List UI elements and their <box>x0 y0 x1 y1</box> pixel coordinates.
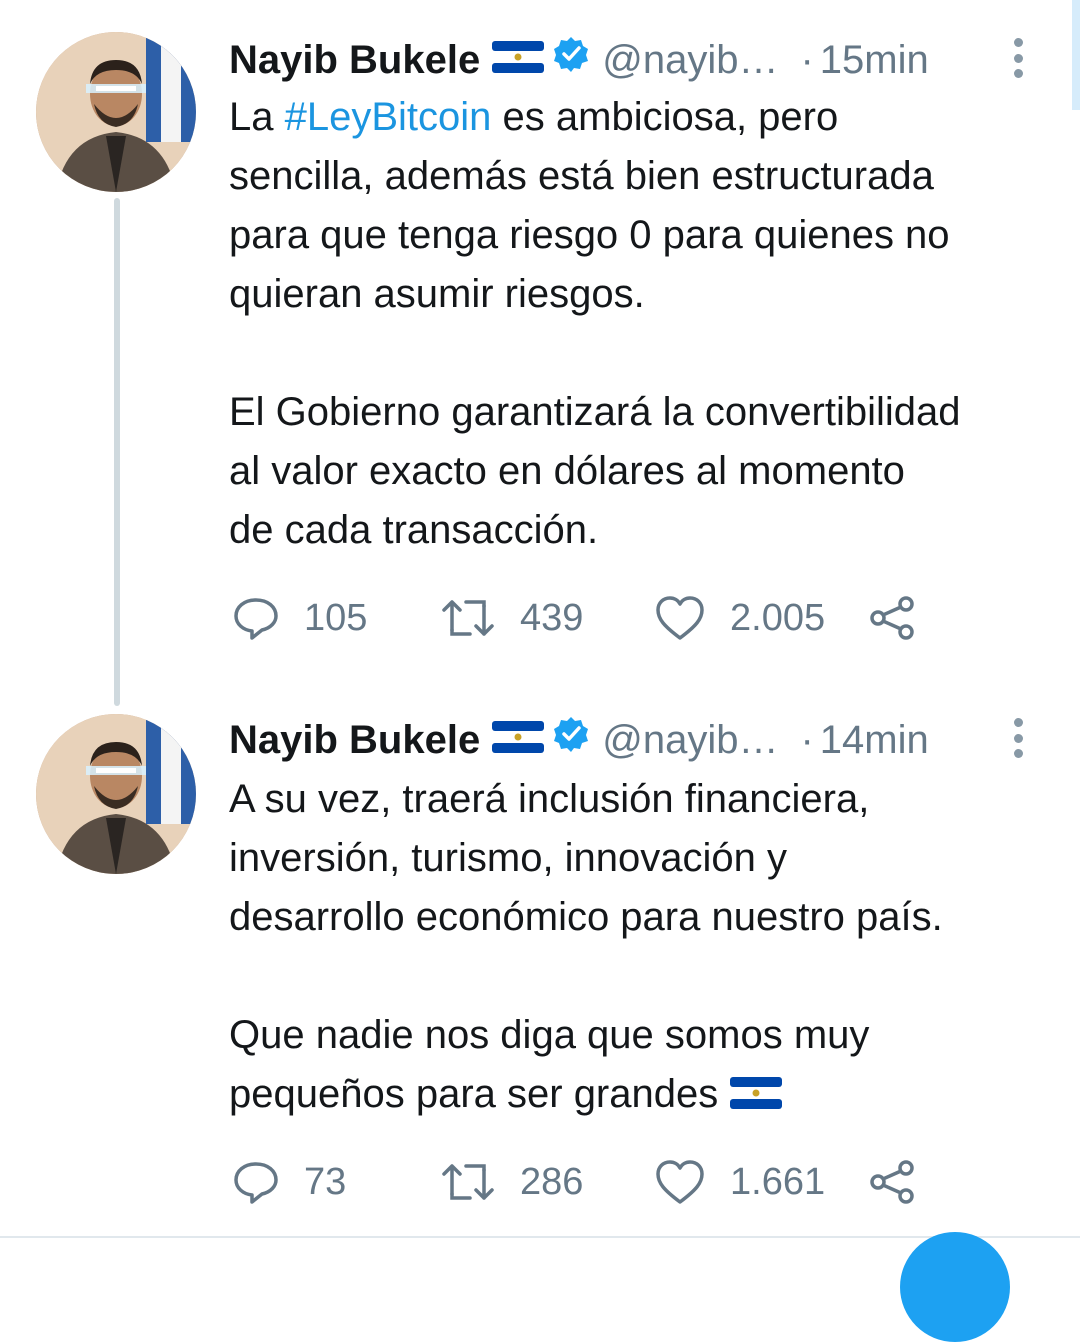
compose-tweet-button[interactable] <box>900 1232 1010 1342</box>
share-icon <box>870 1160 914 1204</box>
like-icon <box>656 596 704 640</box>
reply-icon <box>234 598 278 640</box>
reply-count: 105 <box>304 596 368 639</box>
more-options-icon[interactable] <box>1010 718 1026 758</box>
share-button[interactable] <box>868 588 940 648</box>
retweet-button[interactable]: 439 <box>440 588 583 648</box>
tweet-timestamp[interactable]: 14min <box>820 710 929 770</box>
like-button[interactable]: 2.005 <box>654 588 825 648</box>
author-name[interactable]: Nayib Bukele <box>229 30 480 90</box>
divider <box>0 1236 1080 1238</box>
reply-icon <box>234 1162 278 1204</box>
author-avatar[interactable] <box>36 714 196 874</box>
tweet-text-line: El Gobierno garantizará la convertibilid… <box>229 390 961 434</box>
tweet-text-line: de cada transacción. <box>229 508 599 552</box>
reply-count: 73 <box>304 1160 347 1203</box>
scrollbar[interactable] <box>1072 0 1080 110</box>
tweet-actions: 105 439 2.005 <box>232 588 952 648</box>
author-avatar[interactable] <box>36 32 196 192</box>
separator-dot: · <box>800 38 814 82</box>
retweet-count: 286 <box>520 1160 584 1203</box>
tweet-header: Nayib Bukele @nayib… · 14min <box>229 710 1029 770</box>
retweet-count: 439 <box>520 596 584 639</box>
tweet-timestamp[interactable]: 15min <box>820 30 929 90</box>
hashtag-link[interactable]: #LeyBitcoin <box>285 95 492 139</box>
like-count: 1.661 <box>730 1160 826 1203</box>
tweet-text-line: pequeños para ser grandes <box>229 1065 1059 1126</box>
tweet-text-line: al valor exacto en dólares al momento <box>229 449 905 493</box>
tweet-text-line: desarrollo económico para nuestro país. <box>229 895 943 939</box>
more-options-icon[interactable] <box>1010 38 1026 78</box>
like-count: 2.005 <box>730 596 826 639</box>
el-salvador-flag-icon <box>492 30 545 90</box>
like-button[interactable]: 1.661 <box>654 1152 825 1212</box>
tweet-text: La #LeyBitcoin es ambiciosa, pero sencil… <box>229 88 1059 560</box>
tweet-actions: 73 286 1.661 <box>232 1152 952 1212</box>
tweet-text-line: inversión, turismo, innovación y <box>229 836 788 880</box>
reply-button[interactable]: 105 <box>232 588 367 648</box>
tweet-header: Nayib Bukele @nayib… · 15min <box>229 30 1029 90</box>
share-icon <box>870 596 914 640</box>
verified-badge-icon <box>552 710 590 770</box>
tweet-text-line: para que tenga riesgo 0 para quienes no <box>229 213 950 257</box>
reply-button[interactable]: 73 <box>232 1152 346 1212</box>
tweet-text-line: quieran asumir riesgos. <box>229 272 645 316</box>
el-salvador-flag-icon <box>730 1067 783 1126</box>
separator-dot: · <box>800 718 814 762</box>
share-button[interactable] <box>868 1152 940 1212</box>
retweet-icon <box>442 600 494 636</box>
author-name[interactable]: Nayib Bukele <box>229 710 480 770</box>
tweet-text-line: Que nadie nos diga que somos muy <box>229 1013 870 1057</box>
el-salvador-flag-icon <box>492 710 545 770</box>
tweet-text-line: La #LeyBitcoin es ambiciosa, pero <box>229 95 839 139</box>
tweet-text-line: A su vez, traerá inclusión financiera, <box>229 777 870 821</box>
like-icon <box>656 1160 704 1204</box>
author-handle[interactable]: @nayib… <box>602 710 778 770</box>
tweet-text: A su vez, traerá inclusión financiera, i… <box>229 770 1059 1126</box>
retweet-button[interactable]: 286 <box>440 1152 583 1212</box>
retweet-icon <box>442 1164 494 1200</box>
verified-badge-icon <box>552 30 590 90</box>
tweet-text-line: sencilla, además está bien estructurada <box>229 154 934 198</box>
author-handle[interactable]: @nayib… <box>602 30 778 90</box>
thread-connector-line <box>114 198 120 706</box>
